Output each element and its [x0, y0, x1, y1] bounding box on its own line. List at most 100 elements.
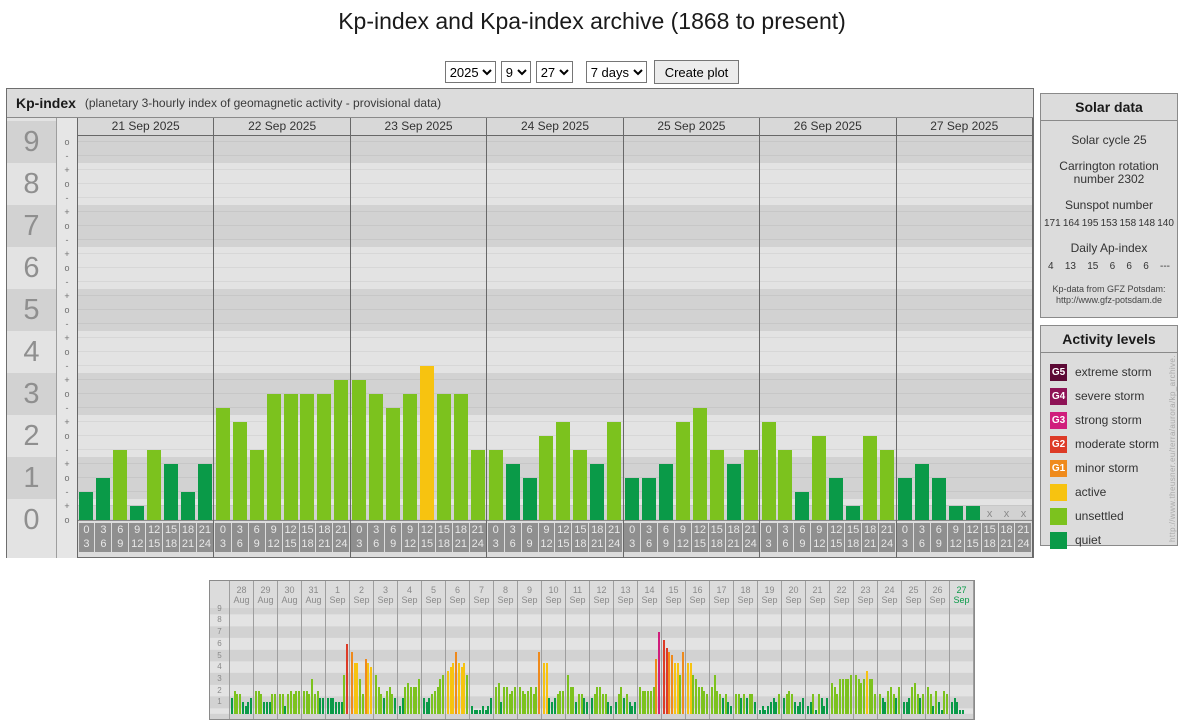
year-select[interactable]: 2025 [445, 61, 496, 83]
overview-day-plot [470, 608, 493, 719]
overview-kp-bar [701, 687, 703, 714]
kp-3h-slot [777, 136, 794, 520]
kp-bar [198, 464, 212, 520]
kp-day-header: 26 Sep 2025 [760, 118, 895, 136]
kp-3h-slot [95, 136, 112, 520]
overview-kp-bar [935, 691, 937, 714]
legend-item-label: extreme storm [1075, 365, 1152, 379]
solar-data-title: Solar data [1041, 94, 1177, 121]
overview-kp-bar [538, 652, 540, 714]
overview-kp-bar [626, 694, 628, 714]
ap-value: 6 [1126, 261, 1132, 272]
overview-kp-bar [367, 663, 369, 714]
overview-day-column: 17Sep [709, 581, 733, 719]
time-slot-label: 1215 [419, 523, 435, 552]
overview-kp-bar [879, 694, 881, 714]
time-slot-label: 912 [811, 523, 827, 552]
overview-kp-bar [917, 694, 919, 714]
kp-bar [539, 436, 553, 520]
sunspot-value: 153 [1101, 218, 1118, 229]
overview-kp-bar [591, 698, 593, 714]
kp-day-plot [760, 136, 895, 521]
kp-day-plot: xxx [897, 136, 1032, 521]
overview-day-plot [590, 608, 613, 719]
kp-bar [147, 450, 161, 520]
overview-kp-bar [442, 675, 444, 714]
overview-day-header: 25Sep [902, 581, 925, 608]
overview-kp-bar [815, 710, 817, 714]
overview-kp-bar [346, 644, 348, 714]
data-credit: Kp-data from GFZ Potsdam: http://www.gfz… [1041, 284, 1177, 306]
kp-3h-slot [248, 136, 265, 520]
kp-bar [284, 394, 298, 520]
overview-kp-bar [551, 702, 553, 714]
overview-day-header: 16Sep [686, 581, 709, 608]
overview-kp-bar [274, 694, 276, 714]
kp-bar [693, 408, 707, 520]
overview-bar-row [878, 608, 901, 714]
kp-day-plot [351, 136, 486, 521]
kp-bar [334, 380, 348, 520]
overview-kp-bar [893, 694, 895, 714]
kp-3h-slot: x [1015, 136, 1032, 520]
overview-bar-row [686, 608, 709, 714]
overview-kp-bar [284, 706, 286, 714]
sunspot-value: 164 [1063, 218, 1080, 229]
kp-3h-slot [845, 136, 862, 520]
month-select[interactable]: 9 [501, 61, 531, 83]
overview-kp-bar [450, 667, 452, 714]
overview-kp-bar [250, 698, 252, 714]
overview-kp-bar [370, 667, 372, 714]
overview-kp-bar [263, 702, 265, 714]
overview-kp-bar [578, 694, 580, 714]
overview-day-plot [350, 608, 373, 719]
overview-axis-number: 3 [210, 674, 229, 684]
kp-bar [659, 464, 673, 520]
range-select[interactable]: 7 days [586, 61, 647, 83]
overview-kp-bar [476, 710, 478, 714]
overview-kp-bar [634, 702, 636, 714]
overview-kp-bar [461, 667, 463, 714]
kp-3h-slot [452, 136, 469, 520]
overview-kp-bar [711, 687, 713, 714]
create-plot-button[interactable]: Create plot [654, 60, 740, 84]
overview-kp-bar [437, 687, 439, 714]
kp-bar [267, 394, 281, 520]
kp-bar [556, 422, 570, 520]
overview-bar-row [710, 608, 733, 714]
overview-kp-bar [887, 691, 889, 714]
overview-bar-row [446, 608, 469, 714]
overview-kp-bar [719, 694, 721, 714]
kp-day-plot [487, 136, 622, 521]
kp-3h-slot: x [998, 136, 1015, 520]
kp-bar [471, 450, 485, 520]
time-slot-label: 03 [79, 523, 95, 552]
overview-kp-bar [845, 679, 847, 714]
overview-kp-bar [797, 706, 799, 714]
overview-day-column: 4Sep [397, 581, 421, 719]
kp-bar [573, 450, 587, 520]
overview-day-header: 28Aug [230, 581, 253, 608]
overview-day-header: 6Sep [446, 581, 469, 608]
overview-kp-bar [767, 706, 769, 714]
legend-item-label: strong storm [1075, 413, 1142, 427]
overview-kp-bar [567, 675, 569, 714]
kp-3h-slot [897, 136, 914, 520]
kp-bar [164, 464, 178, 520]
overview-day-header: 21Sep [806, 581, 829, 608]
kp-day-header: 22 Sep 2025 [214, 118, 349, 136]
kp-slot-label-row: 0336699121215151818212124 [624, 521, 759, 553]
overview-kp-bar [434, 691, 436, 714]
kp-bar [812, 436, 826, 520]
overview-day-plot [902, 608, 925, 719]
overview-kp-bar [911, 687, 913, 714]
kp-bar [437, 394, 451, 520]
day-select[interactable]: 27 [536, 61, 573, 83]
overview-kp-bar [266, 702, 268, 714]
overview-kp-bar [749, 694, 751, 714]
kp-3h-slot [606, 136, 623, 520]
overview-kp-bar [511, 691, 513, 714]
kp-axis-number: 8 [7, 163, 56, 205]
overview-kp-bar [351, 652, 353, 714]
kp-axis-subtick: - [57, 487, 77, 497]
